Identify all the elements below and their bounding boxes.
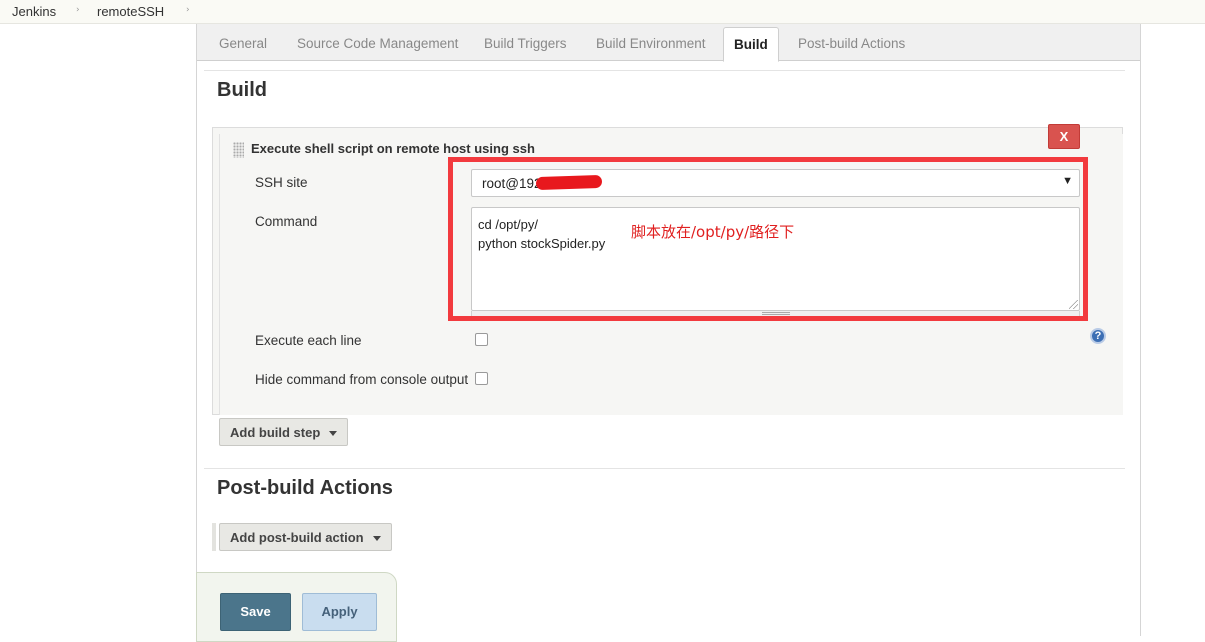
breadcrumb-jenkins-link[interactable]: Jenkins <box>12 4 56 19</box>
apply-button[interactable]: Apply <box>302 593 377 631</box>
config-tab-bar: General Source Code Management Build Tri… <box>197 24 1140 62</box>
execute-each-line-checkbox[interactable] <box>475 333 488 346</box>
add-post-build-action-label: Add post-build action <box>230 530 364 545</box>
command-label: Command <box>255 214 318 229</box>
tab-general[interactable]: General <box>219 36 267 51</box>
hide-command-checkbox[interactable] <box>475 372 488 385</box>
breadcrumb-chevron-icon[interactable]: › <box>186 5 190 15</box>
drag-handle-icon[interactable] <box>233 142 244 158</box>
save-button[interactable]: Save <box>220 593 291 631</box>
annotation-note: 脚本放在/opt/py/路径下 <box>631 223 795 241</box>
add-build-step-label: Add build step <box>230 425 321 440</box>
hide-command-label: Hide command from console output <box>255 372 469 387</box>
post-build-drag-strip <box>212 523 216 551</box>
section-divider <box>204 468 1125 469</box>
build-section-title: Build <box>217 79 267 101</box>
post-build-section-title: Post-build Actions <box>217 477 393 499</box>
caret-down-icon <box>372 536 381 542</box>
breadcrumb-remotessh-link[interactable]: remoteSSH <box>97 4 164 19</box>
build-step-title: Execute shell script on remote host usin… <box>251 141 535 156</box>
ssh-site-label: SSH site <box>255 175 308 190</box>
add-build-step-button[interactable]: Add build step <box>219 418 349 446</box>
tab-post-build-actions[interactable]: Post-build Actions <box>798 36 905 51</box>
breadcrumb: Jenkins › remoteSSH › <box>0 0 1205 24</box>
breadcrumb-chevron-icon[interactable]: › <box>76 5 80 15</box>
add-post-build-action-button[interactable]: Add post-build action <box>219 523 392 551</box>
execute-each-line-label: Execute each line <box>255 333 362 348</box>
tab-build-environment[interactable]: Build Environment <box>596 36 706 51</box>
tab-source-code-management[interactable]: Source Code Management <box>297 36 458 51</box>
help-icon[interactable]: ? <box>1090 328 1106 344</box>
delete-step-button[interactable]: X <box>1048 124 1080 149</box>
caret-down-icon <box>329 431 338 437</box>
tab-build-triggers[interactable]: Build Triggers <box>484 36 567 51</box>
tab-build[interactable]: Build <box>723 27 779 62</box>
section-divider <box>204 70 1125 71</box>
